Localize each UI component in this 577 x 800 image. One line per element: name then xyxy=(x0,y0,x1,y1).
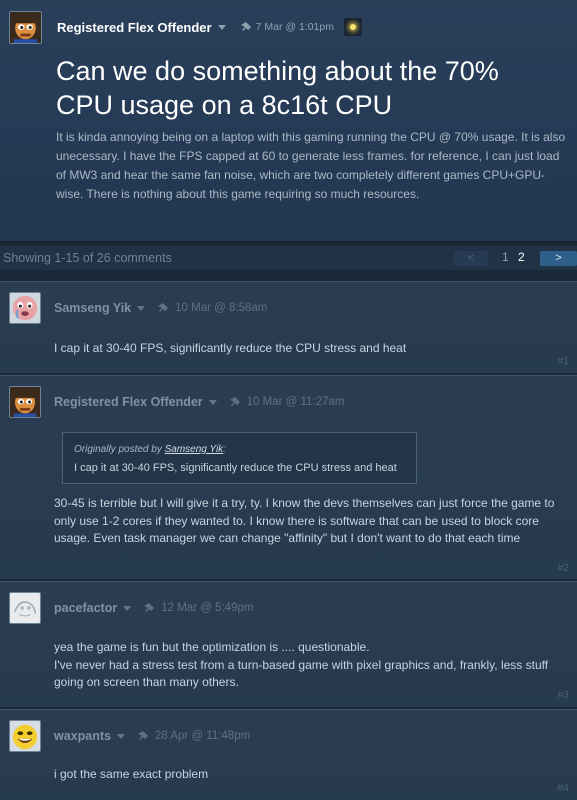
comment-number[interactable]: #1 xyxy=(557,355,569,367)
comment-text: i got the same exact problem xyxy=(54,767,209,781)
comment-text-line: I've never had a stress test from a turn… xyxy=(54,657,549,690)
comment-number[interactable]: #3 xyxy=(557,689,569,701)
chevron-down-icon[interactable] xyxy=(208,399,217,405)
award-icon[interactable] xyxy=(343,18,362,36)
hand-pointer-icon xyxy=(137,730,149,742)
comment-text: I cap it at 30-40 FPS, significantly red… xyxy=(54,341,407,355)
prev-page-button[interactable]: < xyxy=(454,251,488,266)
page-link-2-current[interactable]: 2 xyxy=(518,250,525,264)
comment: pacefactor 12 Mar @ 5:49pm yea the game … xyxy=(0,581,577,707)
paging-summary: Showing 1-15 of 26 comments xyxy=(3,251,172,265)
comment-author[interactable]: waxpants xyxy=(54,729,111,743)
comment-header: Samseng Yik 10 Mar @ 8:58am xyxy=(54,300,267,316)
avatar[interactable] xyxy=(9,592,41,624)
next-page-button[interactable]: > xyxy=(540,251,577,266)
comment-text: yea the game is fun but the optimization… xyxy=(54,639,554,692)
chevron-down-icon[interactable] xyxy=(116,733,125,739)
comment-number[interactable]: #4 xyxy=(557,782,569,794)
chevron-down-icon[interactable] xyxy=(137,305,146,311)
comment-header: Registered Flex Offender 10 Mar @ 11:27a… xyxy=(54,394,344,410)
op-author-name[interactable]: Registered Flex Offender xyxy=(57,20,212,35)
quote-suffix: : xyxy=(223,444,226,455)
comment-paging-bar: Showing 1-15 of 26 comments < 1 2 > xyxy=(0,246,577,270)
quote-author-link[interactable]: Samseng Yik xyxy=(165,444,224,455)
quote-attribution: Originally posted by Samseng Yik: xyxy=(74,444,226,455)
hand-pointer-icon xyxy=(240,21,252,33)
comment: waxpants 28 Apr @ 11:48pm i got the same… xyxy=(0,709,577,800)
avatar[interactable] xyxy=(9,720,41,752)
page-link-1[interactable]: 1 xyxy=(502,250,509,264)
avatar[interactable] xyxy=(9,292,41,324)
comment-date: 10 Mar @ 8:58am xyxy=(175,302,268,314)
hand-pointer-icon xyxy=(157,302,169,314)
chevron-down-icon[interactable] xyxy=(123,605,132,611)
comment-text: 30-45 is terrible but I will give it a t… xyxy=(54,496,555,545)
comment-date: 12 Mar @ 5:49pm xyxy=(161,602,254,614)
divider xyxy=(0,241,577,244)
chevron-down-icon[interactable] xyxy=(217,24,226,30)
comment-header: waxpants 28 Apr @ 11:48pm xyxy=(54,728,250,744)
hand-pointer-icon xyxy=(229,396,241,408)
comment-header: pacefactor 12 Mar @ 5:49pm xyxy=(54,600,253,616)
comment-number[interactable]: #2 xyxy=(557,562,569,574)
op-body: It is kinda annoying being on a laptop w… xyxy=(56,130,566,201)
op-header: Registered Flex Offender 7 Mar @ 1:01pm xyxy=(9,9,362,45)
quote-text: I cap it at 30-40 FPS, significantly red… xyxy=(74,462,397,474)
op-date: 7 Mar @ 1:01pm xyxy=(255,21,334,33)
hand-pointer-icon xyxy=(143,602,155,614)
quote-prefix: Originally posted by xyxy=(74,444,162,455)
comment-author[interactable]: pacefactor xyxy=(54,601,117,615)
comment-date: 28 Apr @ 11:48pm xyxy=(154,730,251,742)
avatar[interactable] xyxy=(9,10,42,44)
comment-author[interactable]: Registered Flex Offender xyxy=(54,395,203,409)
op-title: Can we do something about the 70% CPU us… xyxy=(56,56,499,120)
comment-date: 10 Mar @ 11:27am xyxy=(246,396,345,408)
comment-text-line: yea the game is fun but the optimization… xyxy=(54,640,370,654)
original-post: Registered Flex Offender 7 Mar @ 1:01pm … xyxy=(0,0,577,244)
avatar[interactable] xyxy=(9,386,41,418)
comment: Registered Flex Offender 10 Mar @ 11:27a… xyxy=(0,375,577,579)
comment: Samseng Yik 10 Mar @ 8:58am I cap it at … xyxy=(0,281,577,373)
comment-author[interactable]: Samseng Yik xyxy=(54,301,131,315)
quote-block: Originally posted by Samseng Yik: I cap … xyxy=(62,432,417,484)
